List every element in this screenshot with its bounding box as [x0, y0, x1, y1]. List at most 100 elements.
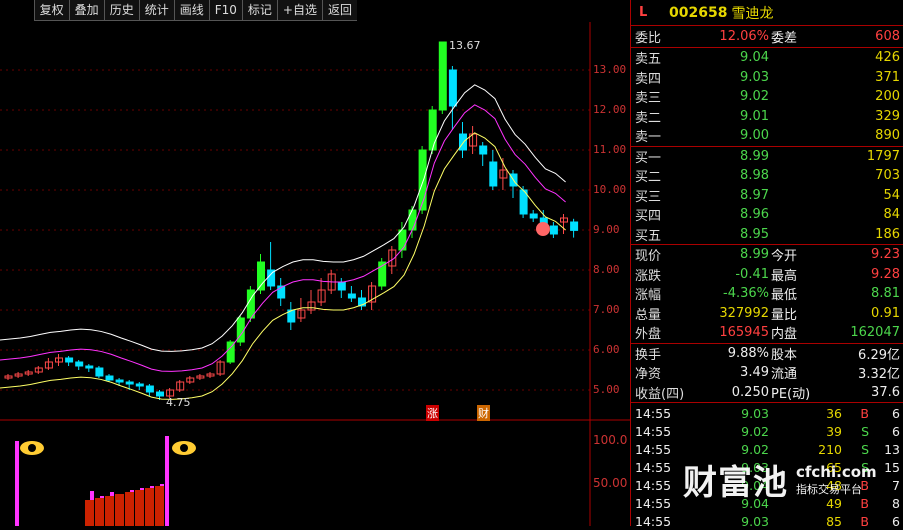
volume-histogram	[115, 494, 124, 526]
candle-body	[489, 161, 498, 187]
ask-row[interactable]: 卖五 9.04 426	[631, 48, 903, 68]
candle-body	[156, 391, 164, 397]
flag-badge: L	[639, 5, 648, 20]
max-price-label: 13.67	[449, 39, 481, 52]
y-tick-label: 10.00	[593, 183, 627, 196]
stat-row: 外盘 165945 内盘 162047	[635, 325, 900, 343]
tick-row[interactable]: 14:55 9.03 85 B 6	[631, 512, 903, 530]
y-tick-label: 5.00	[593, 383, 620, 396]
candle-body	[347, 293, 356, 299]
stat-row: 涨幅 -4.36% 最低 8.81	[635, 286, 900, 304]
stock-header: L 002658 雪迪龙	[631, 0, 903, 26]
volume-histogram	[135, 490, 144, 526]
candle-body	[448, 69, 457, 107]
candle-body	[267, 269, 276, 287]
f10-button[interactable]: F10	[208, 0, 242, 20]
volume-histogram	[125, 492, 134, 526]
candle-body	[115, 379, 124, 383]
min-price-label: 4.75	[166, 396, 191, 409]
ask-row[interactable]: 卖一 9.00 890	[631, 126, 903, 146]
candle-body	[65, 357, 74, 363]
fund-row: 净资 3.49 流通 3.32亿	[635, 365, 900, 383]
fund-row: 换手 9.88% 股本 6.29亿	[635, 345, 900, 363]
limit-up-marker[interactable]: 涨	[426, 405, 439, 421]
bid-row[interactable]: 买二 8.98 703	[631, 166, 903, 186]
stat-row: 涨跌 -0.41 最高 9.28	[635, 266, 900, 284]
stat-row: 总量 327992 量比 0.91	[635, 305, 900, 323]
y-tick-label: 8.00	[593, 263, 620, 276]
candle-body	[145, 385, 154, 393]
candle-body	[428, 109, 437, 151]
candle-body	[479, 145, 488, 155]
candle-body	[549, 225, 558, 235]
volume-histogram	[155, 486, 164, 526]
ask-book: 卖五 9.04 426 卖四 9.03 371 卖三 9.02 200 卖二 9.01 329 …	[631, 47, 903, 146]
statistics-button[interactable]: 统计	[138, 0, 174, 20]
y-tick-label: 7.00	[593, 303, 620, 316]
kline-chart-panel[interactable]: 复权 叠加 历史 统计 画线 F10 标记 +自选 返回 13.00 12.00…	[0, 0, 630, 526]
y-tick-label: 11.00	[593, 143, 627, 156]
bid-row[interactable]: 买三 8.97 54	[631, 186, 903, 206]
bid-row[interactable]: 买四 8.96 84	[631, 205, 903, 225]
volume-histogram	[85, 500, 94, 526]
candle-body	[408, 209, 417, 231]
candle-body	[75, 361, 84, 367]
eye-pupil	[28, 444, 36, 452]
mark-button[interactable]: 标记	[241, 0, 277, 20]
watermark-url: cfchi.com	[796, 462, 877, 481]
weibi-row: 委比 12.06% 委差 608	[635, 29, 900, 46]
candle-body	[135, 383, 144, 387]
stat-row: 现价 8.99 今开 9.23	[635, 247, 900, 265]
financial-report-marker[interactable]: 财	[477, 405, 490, 421]
quote-panel: L 002658 雪迪龙 委比 12.06% 委差 608 卖五 9.04 426 …	[630, 0, 903, 529]
y-tick-label: 6.00	[593, 343, 620, 356]
y-tick-label: 9.00	[593, 223, 620, 236]
candle-body	[95, 367, 104, 377]
candle-body	[125, 381, 134, 385]
candle-body	[105, 375, 114, 381]
watermark-brand: 财富池	[683, 463, 788, 503]
y-tick-label: 13.00	[593, 63, 627, 76]
volume-histogram	[105, 496, 114, 526]
bid-book: 买一 8.99 1797 买二 8.98 703 买三 8.97 54 买四 8.96 84 买…	[631, 145, 903, 245]
fund-row: 收益(四) 0.250 PE(动) 37.6	[635, 384, 900, 402]
watermark-logo: 财富池 cfchi.com 指标交易平台	[683, 455, 877, 504]
ma-middle-line	[0, 104, 566, 372]
candle-body	[438, 41, 447, 111]
kline-chart-svg[interactable]	[0, 0, 630, 526]
volume-histogram	[95, 498, 104, 526]
ma-upper-line	[0, 84, 566, 352]
current-price-marker	[536, 222, 550, 236]
volume-tick-label: 50.00	[593, 476, 628, 490]
overlay-button[interactable]: 叠加	[68, 0, 104, 20]
candle-body	[85, 365, 94, 369]
back-button[interactable]: 返回	[321, 0, 357, 20]
ask-row[interactable]: 卖二 9.01 329	[631, 107, 903, 127]
bid-row[interactable]: 买五 8.95 186	[631, 225, 903, 245]
restore-rights-button[interactable]: 复权	[33, 0, 69, 20]
chart-toolbar: 复权 叠加 历史 统计 画线 F10 标记 +自选 返回	[33, 0, 357, 21]
history-button[interactable]: 历史	[103, 0, 139, 20]
volume-tick-label: 100.0	[593, 433, 628, 447]
ask-row[interactable]: 卖三 9.02 200	[631, 87, 903, 107]
tick-row[interactable]: 14:55 9.02 39 S 6	[631, 422, 903, 440]
bid-row[interactable]: 买一 8.99 1797	[631, 147, 903, 167]
weibi-value: 12.06%	[719, 29, 769, 44]
candle-body	[398, 229, 407, 251]
candle-body	[459, 133, 467, 151]
volume-bar	[165, 436, 169, 526]
price-stats: 现价 8.99 今开 9.23 涨跌 -0.41 最高 9.28 涨幅 -4.36% 最低 8.8…	[631, 244, 903, 343]
stock-name: 雪迪龙	[731, 5, 774, 22]
add-favorite-button[interactable]: +自选	[276, 0, 322, 20]
draw-line-button[interactable]: 画线	[173, 0, 209, 20]
volume-histogram	[145, 488, 154, 526]
watermark-tag: 指标交易平台	[796, 482, 862, 496]
tick-row[interactable]: 14:55 9.03 36 B 6	[631, 404, 903, 422]
ask-row[interactable]: 卖四 9.03 371	[631, 68, 903, 88]
volume-bar	[15, 441, 19, 526]
candle-body	[337, 281, 346, 291]
eye-pupil	[180, 444, 188, 452]
fundamental-stats: 换手 9.88% 股本 6.29亿 净资 3.49 流通 3.32亿 收益(四) 0.250 P…	[631, 342, 903, 403]
y-tick-label: 12.00	[593, 103, 627, 116]
candle-body	[570, 221, 579, 231]
